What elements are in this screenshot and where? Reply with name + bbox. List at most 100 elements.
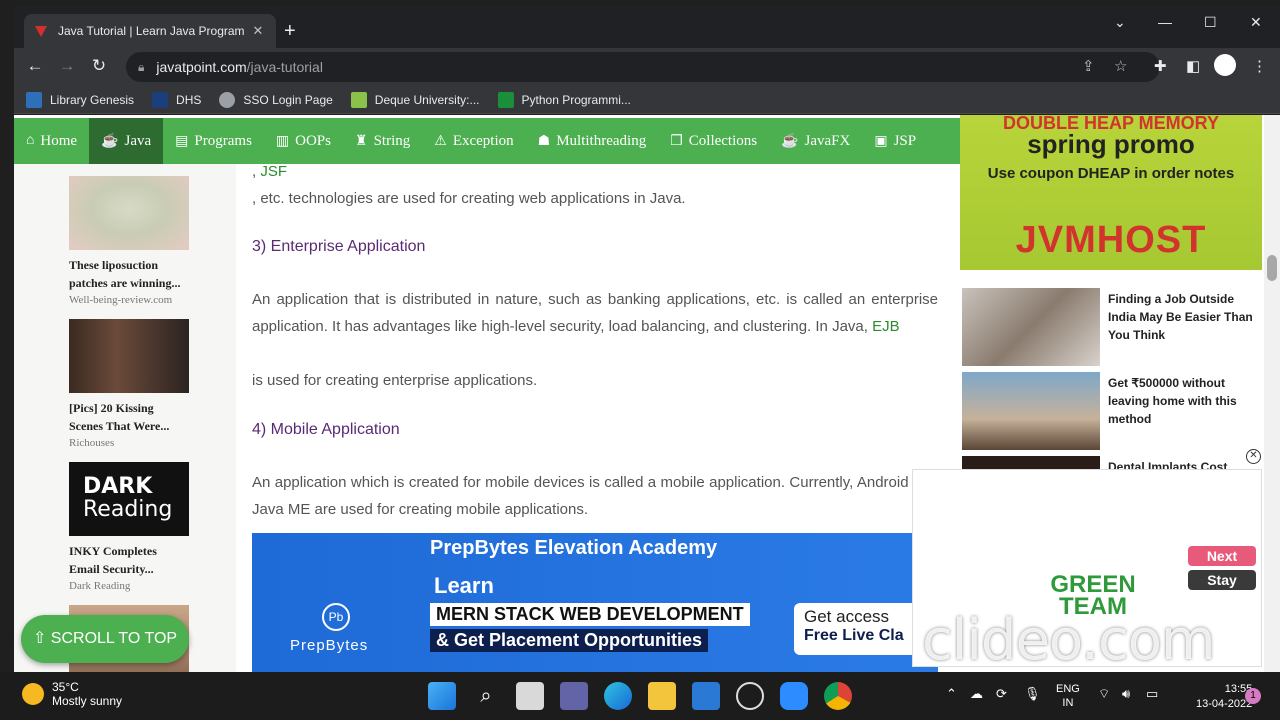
notification-badge[interactable]: 1 — [1245, 688, 1261, 704]
weather-text: Mostly sunny — [52, 694, 123, 708]
ad-title: INKY Completes Email Security... — [69, 544, 157, 576]
left-ad[interactable]: DARK Reading INKY Completes Email Securi… — [69, 462, 189, 592]
region-code: IN — [1062, 697, 1074, 709]
scroll-to-top-button[interactable]: ⇧ SCROLL TO TOP — [21, 615, 189, 663]
forward-icon[interactable]: → — [56, 56, 78, 76]
windows-start-icon[interactable] — [428, 682, 456, 710]
stack-icon: ❐ — [670, 133, 683, 149]
taskbar: 35°C Mostly sunny ⌕ ⌃ ☁ ⟳ 🎙︎ ENG IN ⌔ 🔊︎… — [0, 672, 1280, 720]
edge-icon[interactable] — [604, 682, 632, 710]
share-icon[interactable]: ⇪ — [1082, 57, 1095, 75]
paragraph: , etc. technologies are used for creatin… — [252, 190, 686, 207]
promo-line-2: spring promo — [1027, 129, 1195, 159]
bookmark-label: Deque University:... — [374, 92, 480, 107]
monitor-icon: ▤ — [175, 133, 189, 149]
temperature: 35°C — [52, 680, 79, 694]
left-ads-column: These liposuction patches are winning...… — [14, 164, 236, 672]
nav-label: Programs — [194, 132, 252, 149]
nav-home[interactable]: ⌂ Home — [14, 118, 89, 164]
extensions-icon[interactable]: ✚ — [1154, 57, 1167, 75]
address-bar[interactable]: 🔒︎ javatpoint.com/java-tutorial — [126, 52, 1160, 82]
ejb-link[interactable]: EJB — [872, 318, 900, 335]
bookmark-python[interactable]: Python Programmi... — [497, 91, 631, 108]
mail-icon[interactable] — [692, 682, 720, 710]
nav-label: Exception — [452, 132, 514, 149]
python-icon — [497, 91, 514, 108]
ad-source: Well-being-review.com — [69, 294, 173, 306]
jvmhost-promo-ad[interactable]: DOUBLE HEAP MEMORY spring promo Use coup… — [960, 115, 1262, 270]
weather-widget[interactable]: 35°C Mostly sunny — [22, 680, 122, 708]
chrome-icon[interactable] — [824, 682, 852, 710]
bookmark-label: SSO Login Page — [243, 92, 333, 107]
side-panel-icon[interactable]: ◧ — [1186, 57, 1200, 75]
jsf-link[interactable]: JSF — [260, 163, 287, 180]
bookmark-deque[interactable]: Deque University:... — [350, 91, 480, 108]
right-ad[interactable]: Finding a Job Outside India May Be Easie… — [962, 288, 1262, 370]
battery-icon[interactable]: ▭ — [1146, 686, 1158, 702]
language-indicator[interactable]: ENG IN — [1056, 682, 1080, 710]
banner-brand: PrepBytes — [290, 637, 369, 654]
prepbytes-logo-icon: Pb — [322, 603, 350, 631]
left-ad[interactable]: [Pics] 20 Kissing Scenes That Were... Ri… — [69, 319, 189, 449]
right-ad[interactable]: Get ₹500000 without leaving home with th… — [962, 372, 1262, 454]
bookmark-library-genesis[interactable]: Library Genesis — [26, 91, 134, 108]
file-explorer-icon[interactable] — [648, 682, 676, 710]
sync-icon[interactable]: ⟳ — [996, 686, 1007, 702]
bookmark-dhs[interactable]: DHS — [152, 91, 201, 108]
ad-image — [962, 372, 1100, 450]
wifi-icon[interactable]: ⌔ — [1098, 686, 1110, 702]
maximize-icon[interactable]: ☐ — [1204, 14, 1217, 31]
reload-icon[interactable]: ↻ — [88, 56, 110, 76]
clock[interactable]: 13:55 13-04-2022 — [1196, 682, 1252, 712]
zoom-icon[interactable] — [780, 682, 808, 710]
ad-text: Get ₹500000 without leaving home with th… — [1108, 376, 1237, 426]
lock-icon[interactable]: 🔒︎ — [138, 60, 144, 75]
profile-avatar[interactable] — [1214, 54, 1236, 76]
date: 13-04-2022 — [1196, 698, 1253, 710]
ad-image — [962, 288, 1100, 366]
minimize-icon[interactable]: — — [1158, 14, 1172, 30]
search-icon[interactable]: ⌕ — [472, 682, 500, 710]
tower-icon: ♜ — [355, 133, 368, 149]
page-scrollbar[interactable] — [1264, 115, 1280, 672]
close-tab-icon[interactable]: ✕ — [250, 23, 266, 39]
dark-reading-logo: DARK Reading — [69, 462, 189, 536]
warning-icon: ⚠ — [434, 133, 447, 149]
paragraph: is used for creating enterprise applicat… — [252, 372, 538, 389]
new-tab-icon[interactable]: + — [284, 20, 296, 43]
url-path: /java-tutorial — [246, 59, 323, 75]
volume-icon[interactable]: 🔊︎ — [1122, 686, 1130, 702]
promo-logo: JVMHOST — [1015, 219, 1207, 261]
browser-tab[interactable]: Java Tutorial | Learn Java Program ✕ — [24, 14, 276, 48]
back-icon[interactable]: ← — [24, 56, 46, 76]
nav-programs[interactable]: ▤ Programs — [163, 118, 264, 164]
microphone-icon[interactable]: 🎙︎ — [1024, 686, 1041, 702]
menu-kebab-icon[interactable]: ⋮ — [1252, 57, 1267, 75]
next-button[interactable]: Next — [1188, 546, 1256, 566]
banner-learn: Learn — [434, 573, 494, 598]
onedrive-icon[interactable]: ☁ — [970, 686, 983, 702]
nav-java[interactable]: ☕ Java — [89, 118, 164, 164]
time: 13:55 — [1224, 683, 1253, 695]
lang-code: ENG — [1056, 683, 1080, 695]
prepbytes-banner[interactable]: PrepBytes Elevation Academy Learn MERN S… — [252, 533, 938, 672]
page-icon: ▣ — [874, 133, 888, 149]
dell-icon[interactable] — [736, 682, 764, 710]
promo-line-3: Use coupon DHEAP in order notes — [987, 165, 1235, 182]
show-hidden-icons[interactable]: ⌃ — [946, 686, 957, 702]
left-ad[interactable]: These liposuction patches are winning...… — [69, 176, 189, 306]
tab-search-icon[interactable]: ⌄ — [1114, 14, 1126, 31]
ad-title: [Pics] 20 Kissing Scenes That Were... — [69, 401, 170, 433]
paragraph: An application that is distributed in na… — [252, 286, 938, 340]
nav-label: JavaFX — [804, 132, 851, 149]
nav-label: Multithreading — [556, 132, 647, 149]
close-ad-icon[interactable]: ✕ — [1246, 449, 1261, 464]
task-view-icon[interactable] — [516, 682, 544, 710]
teams-icon[interactable] — [560, 682, 588, 710]
nav-label: Collections — [688, 132, 758, 149]
close-window-icon[interactable]: ✕ — [1250, 14, 1262, 31]
stay-button[interactable]: Stay — [1188, 570, 1256, 590]
bookmark-star-icon[interactable]: ☆ — [1114, 57, 1127, 75]
scroll-thumb[interactable] — [1267, 255, 1277, 281]
bookmark-sso[interactable]: SSO Login Page — [219, 91, 333, 108]
